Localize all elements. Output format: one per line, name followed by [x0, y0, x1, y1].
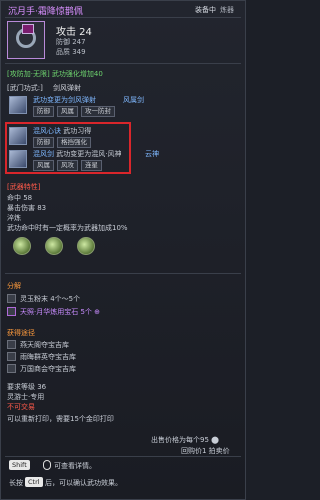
divider	[5, 17, 241, 18]
ctrl-hint-prefix: 长按	[9, 479, 23, 487]
skill-chip: 防御	[33, 106, 54, 117]
divider	[5, 63, 241, 64]
divider	[5, 456, 241, 457]
source-title: 获得途径	[7, 329, 35, 337]
skill-icon	[9, 150, 27, 168]
source-icon	[7, 340, 16, 349]
skill-row[interactable]: 武功变更为剑风弹射 风属剑 防御 风属 攻一防封	[7, 94, 239, 120]
skill-tag: 云神	[145, 150, 159, 158]
skill-name: 混风剑 武功变更为混风·风神	[33, 150, 122, 158]
source-icon	[7, 352, 16, 361]
source-item[interactable]: 万国商会夺宝吉库	[20, 364, 76, 374]
skill-chip: 攻一防封	[81, 106, 115, 117]
source-item[interactable]: 雨晦群英夺宝吉库	[20, 352, 76, 362]
skill-name: 武功变更为剑风弹射	[33, 96, 96, 104]
divider	[5, 273, 241, 274]
special-line: 暴击伤害 83	[7, 204, 47, 212]
equipped-label: 装备中	[195, 6, 216, 14]
source-item[interactable]: 燕天阁夺宝吉库	[20, 340, 69, 350]
required-level: 要求等级 36	[7, 383, 47, 391]
compare-label: 炼器	[220, 6, 234, 14]
shift-key: Shift	[9, 460, 30, 470]
material-icon	[7, 294, 16, 303]
buyback-price: 回购价1 拍卖价	[181, 447, 230, 455]
skill-chip: 风属	[33, 160, 54, 171]
trait-label: [武门功式:]	[7, 84, 43, 92]
skill-chip: 连星	[81, 160, 102, 171]
special-title: [武器特性]	[7, 183, 41, 191]
gem-icon	[22, 24, 34, 34]
skill-tag: 风属剑	[123, 96, 144, 104]
decompose-item: 天照·月华炼用宝石 5个 ⊕	[20, 308, 100, 316]
skill-row[interactable]: 混风剑 武功变更为混风·风神 云神 风属 风攻 连星	[7, 148, 239, 174]
shift-hint: 可查看详情。	[54, 462, 96, 470]
item-title: 沉月手·霜降惊鹊佩	[8, 7, 83, 17]
set-bonus-line: [攻防加·无限] 武功强化增加40	[7, 70, 103, 78]
item-tooltip-panel: 沉月手·霜降惊鹊佩 装备中 炼器 攻击 24 防御 247 品质 349 [攻防…	[0, 0, 246, 500]
item-icon	[7, 21, 45, 59]
item-defense: 防御 247	[56, 38, 86, 46]
decompose-title: 分解	[7, 282, 21, 290]
item-attack: 攻击 24	[56, 27, 92, 38]
required-school: 灵游士·专用	[7, 393, 45, 401]
skill-chip: 防御	[33, 137, 54, 148]
skill-chip: 风属	[57, 106, 78, 117]
source-icon	[7, 364, 16, 373]
special-line: 武功命中时有一定概率为武器加成10%	[7, 224, 128, 232]
skill-icon	[9, 96, 27, 114]
skill-name: 混风心诀 武功习得	[33, 127, 92, 135]
tooltip-header: 沉月手·霜降惊鹊佩 装备中 炼器	[5, 3, 243, 17]
skill-chip: 风攻	[57, 160, 78, 171]
ctrl-hint: 后，可以确认武功效果。	[45, 479, 122, 487]
mouse-icon	[43, 460, 51, 470]
item-quality: 品质 349	[56, 48, 86, 56]
special-line: 淬炼	[7, 214, 21, 222]
ctrl-key: Ctrl	[25, 477, 43, 487]
repair-note: 可以重新打印，需要15个金印打印	[7, 415, 114, 423]
gem-material-icon	[7, 307, 16, 316]
jade-orb-icon[interactable]	[77, 237, 95, 255]
jade-orb-icon[interactable]	[13, 237, 31, 255]
decompose-item: 灵玉粉末 4个～5个	[20, 295, 81, 303]
jade-orb-icon[interactable]	[45, 237, 63, 255]
sell-price: 出售价格为每个95 ⬤	[151, 436, 219, 444]
special-line: 命中 58	[7, 194, 33, 202]
skill-icon	[9, 127, 27, 145]
trait-value: 剑风弹射	[53, 84, 81, 92]
skill-chip: 格挡强化	[57, 137, 91, 148]
bind-status: 不可交易	[7, 403, 35, 411]
